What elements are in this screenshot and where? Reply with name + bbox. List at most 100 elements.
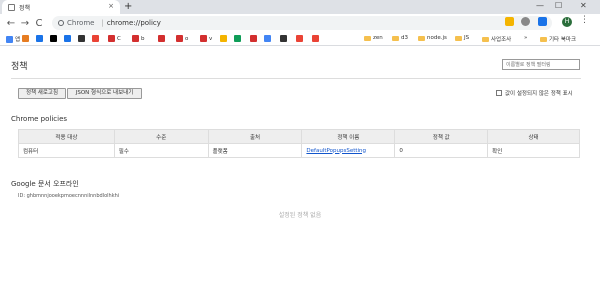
tab-strip: 정책 × + — ☐ ✕ xyxy=(0,0,600,14)
reload-button[interactable]: C xyxy=(32,18,46,29)
column-header: 상태 xyxy=(487,129,580,144)
site-info[interactable]: Chrome xyxy=(58,19,94,27)
policy-filter-input[interactable] xyxy=(502,59,580,70)
policy-value-cell: 0 xyxy=(394,143,489,158)
extension-icon[interactable] xyxy=(505,17,514,26)
bookmark-label: v xyxy=(209,35,213,42)
bookmark-item[interactable]: C xyxy=(108,35,121,42)
tab-title: 정책 xyxy=(19,4,31,12)
status-cell: 확인 xyxy=(487,143,580,158)
folder-icon xyxy=(364,35,371,41)
header-divider xyxy=(11,78,581,79)
bookmark-item[interactable]: o xyxy=(176,35,188,42)
folder-icon xyxy=(540,36,547,42)
bookmark-favicon-icon xyxy=(158,35,165,42)
bookmark-item[interactable] xyxy=(50,35,59,42)
bookmark-folder-js[interactable]: JS xyxy=(455,35,469,41)
new-tab-button[interactable]: + xyxy=(124,0,132,13)
table-header-row: 적용 대상 수준 출처 정책 이름 정책 값 상태 xyxy=(18,129,580,144)
bookmark-favicon-icon xyxy=(36,35,43,42)
reload-policies-button[interactable]: 정책 새로고침 xyxy=(18,88,66,99)
chrome-policies-title: Chrome policies xyxy=(11,115,68,123)
extension-id: ID: ghbmnnjooekpmoecnnnilnnbdlolhkhi xyxy=(18,193,120,199)
level-cell: 필수 xyxy=(113,143,209,158)
bookmark-item[interactable] xyxy=(22,35,31,42)
folder-icon xyxy=(455,35,462,41)
shield-icon[interactable] xyxy=(538,17,547,26)
bookmark-favicon-icon xyxy=(64,35,71,42)
bookmark-favicon-icon xyxy=(22,35,29,42)
export-json-button[interactable]: JSON 형식으로 내보내기 xyxy=(67,88,142,99)
bookmark-folder-d3[interactable]: d3 xyxy=(392,35,408,41)
bookmark-favicon-icon xyxy=(78,35,85,42)
policy-name-link[interactable]: DefaultPopupsSetting xyxy=(306,148,366,154)
folder-icon xyxy=(392,35,399,41)
profile-avatar[interactable]: H xyxy=(562,17,572,27)
extension-title: Google 문서 오프라인 xyxy=(11,180,79,188)
bookmark-label: b xyxy=(141,35,145,42)
bookmark-folder-zen[interactable]: zen xyxy=(364,35,383,41)
bookmark-favicon-icon xyxy=(296,35,303,42)
bookmark-favicon-icon xyxy=(132,35,139,42)
bookmark-label: C xyxy=(117,35,121,42)
bookmark-favicon-icon xyxy=(108,35,115,42)
column-header: 정책 값 xyxy=(394,129,489,144)
bookmark-item[interactable] xyxy=(78,35,87,42)
bookmarks-more-button[interactable]: » xyxy=(524,35,527,41)
bookmark-favicon-icon xyxy=(176,35,183,42)
page-title: 정책 xyxy=(11,62,28,72)
url-text[interactable]: chrome://policy xyxy=(107,19,161,27)
bookmark-folder-nodejs[interactable]: node.js xyxy=(418,35,447,41)
bookmark-item[interactable]: v xyxy=(200,35,212,42)
no-policy-message: 설정된 정책 없음 xyxy=(278,212,322,219)
bookmark-item[interactable] xyxy=(220,35,229,42)
bookmark-item[interactable] xyxy=(296,35,305,42)
bookmark-favicon-icon xyxy=(250,35,257,42)
folder-icon xyxy=(418,35,425,41)
policy-page: 정책 정책 새로고침 JSON 형식으로 내보내기 값이 설정되지 않은 정책 … xyxy=(0,47,600,291)
bookmark-item[interactable] xyxy=(264,35,273,42)
column-header: 수준 xyxy=(113,129,209,144)
close-tab-icon[interactable]: × xyxy=(108,2,114,10)
show-unset-checkbox[interactable] xyxy=(496,90,502,96)
close-window-button[interactable]: ✕ xyxy=(580,0,587,12)
bookmark-item[interactable] xyxy=(280,35,289,42)
bookmark-favicon-icon xyxy=(50,35,57,42)
scope-cell: 컴퓨터 xyxy=(18,143,115,158)
bookmark-folder-other[interactable]: 기타 북마크 xyxy=(540,35,576,43)
show-unset-toggle[interactable]: 값이 설정되지 않은 정책 표시 xyxy=(496,89,573,97)
bookmark-favicon-icon xyxy=(264,35,271,42)
forward-button[interactable]: → xyxy=(18,18,32,29)
apps-icon xyxy=(6,35,13,43)
minimize-button[interactable]: — xyxy=(536,0,544,12)
bookmark-favicon-icon xyxy=(92,35,99,42)
tab-policy[interactable]: 정책 × xyxy=(2,0,120,14)
bookmark-item[interactable] xyxy=(64,35,73,42)
maximize-button[interactable]: ☐ xyxy=(555,0,562,12)
show-unset-label: 값이 설정되지 않은 정책 표시 xyxy=(505,91,573,97)
bookmark-favicon-icon xyxy=(312,35,319,42)
bookmark-item[interactable] xyxy=(312,35,321,42)
bookmark-label: o xyxy=(185,35,189,42)
extension-icon[interactable] xyxy=(521,17,530,26)
menu-icon[interactable]: ⋮ xyxy=(580,15,589,25)
bookmark-folder-business[interactable]: 사업조사 xyxy=(482,35,511,43)
address-bar[interactable]: Chrome | chrome://policy ☆ xyxy=(52,16,552,30)
table-row: 컴퓨터 필수 플랫폼 DefaultPopupsSetting 0 확인 xyxy=(18,143,580,158)
policy-table: 적용 대상 수준 출처 정책 이름 정책 값 상태 컴퓨터 필수 플랫폼 Def… xyxy=(18,129,580,158)
column-header: 적용 대상 xyxy=(18,129,115,144)
secure-label: Chrome xyxy=(67,19,95,27)
back-button[interactable]: ← xyxy=(4,18,18,29)
bookmark-item[interactable] xyxy=(158,35,167,42)
bookmark-favicon-icon xyxy=(234,35,241,42)
bookmark-item[interactable] xyxy=(92,35,101,42)
bookmark-item[interactable] xyxy=(234,35,243,42)
bookmark-item[interactable] xyxy=(36,35,45,42)
column-header: 정책 이름 xyxy=(301,129,396,144)
bookmark-apps[interactable]: 앱 xyxy=(6,35,20,43)
bookmark-item[interactable]: b xyxy=(132,35,145,42)
bookmark-item[interactable] xyxy=(250,35,259,42)
bookmark-favicon-icon xyxy=(200,35,207,42)
bookmark-favicon-icon xyxy=(280,35,287,42)
url-separator: | xyxy=(101,19,104,27)
